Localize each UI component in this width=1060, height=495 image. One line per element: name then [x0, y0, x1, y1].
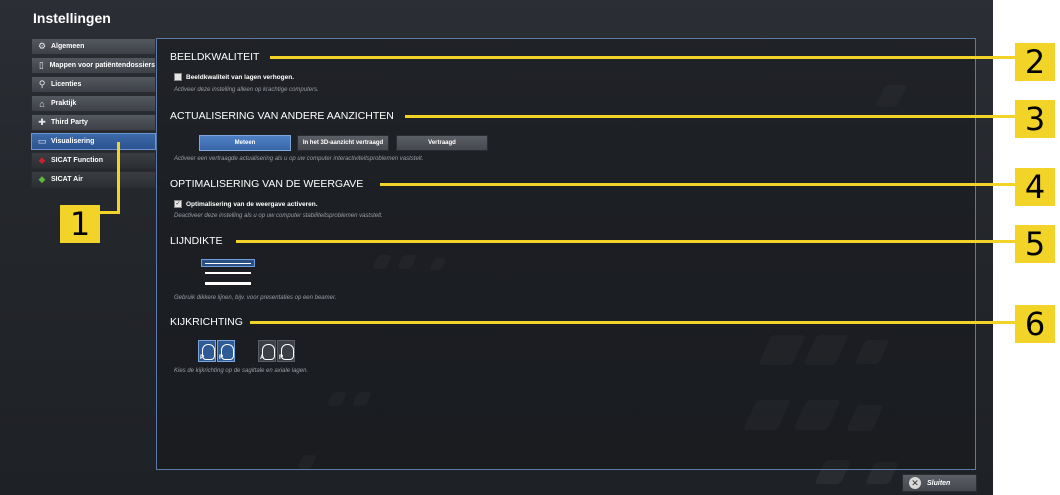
callout-line-5 [236, 240, 1015, 243]
close-button[interactable]: ✕ Sluiten [902, 474, 977, 492]
section-title-display-optimization: OPTIMALISERING VAN DE WEERGAVE [170, 178, 364, 190]
section-title-line-thickness: LIJNDIKTE [170, 235, 223, 247]
callout-number-5: 5 [1015, 225, 1055, 263]
callout-line-6 [250, 321, 1015, 324]
sicat-function-icon: ◆ [38, 155, 46, 165]
update-delayed-3d-button[interactable]: In het 3D-aanzicht vertraagd [297, 135, 389, 151]
update-delayed-button[interactable]: Vertraagd [396, 135, 488, 151]
sagittal-view-p-button[interactable]: P [198, 340, 216, 362]
key-icon: ⚲ [38, 79, 46, 89]
callout-line-1 [117, 142, 120, 214]
callout-number-6: 6 [1015, 305, 1055, 343]
callout-number-3: 3 [1015, 100, 1055, 138]
callout-number-1: 1 [60, 205, 100, 243]
other-views-hint: Activeer een vertraagde actualisering al… [174, 156, 424, 162]
display-optimization-checkbox-label: Optimalisering van de weergave activeren… [186, 200, 318, 208]
monitor-icon: ▭ [37, 136, 47, 146]
sidebar-item-label: SICAT Air [51, 176, 83, 183]
sagittal-view-r-button[interactable]: R [217, 340, 235, 362]
view-letter: P [200, 355, 205, 361]
sidebar-item-algemeen[interactable]: ⚙ Algemeen [31, 38, 156, 55]
callout-number-2: 2 [1015, 43, 1055, 81]
image-quality-hint: Activeer deze instelling alleen op krach… [174, 87, 319, 93]
sidebar-item-sicat-function[interactable]: ◆ SICAT Function [31, 152, 156, 169]
line-thickness-thin-option[interactable] [201, 259, 255, 267]
window-title: Instellingen [33, 10, 111, 26]
view-letter: R [219, 355, 224, 361]
sidebar-item-label: Third Party [51, 119, 88, 126]
viewing-direction-hint: Kies de kijkrichting op de sagittale en … [174, 368, 309, 374]
folder-icon: ▯ [38, 60, 44, 70]
sidebar-item-third-party[interactable]: ✚ Third Party [31, 114, 156, 131]
section-title-viewing-direction: KIJKRICHTING [170, 316, 243, 328]
display-optimization-hint: Deactiveer deze instelling als u op uw c… [174, 213, 383, 219]
callout-number-4: 4 [1015, 168, 1055, 206]
update-immediately-button[interactable]: Meteen [199, 135, 291, 151]
callout-line-4 [380, 183, 1015, 186]
sidebar-item-label: SICAT Function [51, 157, 103, 164]
view-letter: A [260, 355, 265, 361]
axial-view-a-button[interactable]: A [258, 340, 276, 362]
display-optimization-checkbox[interactable]: ✓ [174, 200, 182, 208]
close-button-label: Sluiten [927, 479, 951, 487]
view-letter: R [279, 355, 284, 361]
sicat-air-icon: ◆ [38, 174, 46, 184]
sidebar-item-label: Praktijk [51, 100, 77, 107]
image-quality-checkbox-label: Beeldkwaliteit van lagen verhogen. [186, 73, 295, 81]
gears-icon: ⚙ [37, 41, 47, 51]
image-quality-checkbox[interactable] [174, 73, 182, 81]
callout-line-3 [405, 115, 1015, 118]
sidebar-item-visualisering[interactable]: ▭ Visualisering [31, 133, 156, 150]
settings-sidebar: ⚙ Algemeen ▯ Mappen voor patiëntendossie… [31, 38, 156, 190]
line-thickness-thick-option[interactable] [201, 279, 255, 287]
sidebar-item-label: Licenties [51, 81, 82, 88]
sidebar-item-label: Mappen voor patiëntendossiers [49, 62, 155, 69]
line-thickness-medium-option[interactable] [201, 269, 255, 277]
sidebar-item-label: Algemeen [51, 43, 85, 50]
section-title-image-quality: BEELDKWALITEIT [170, 51, 260, 63]
sidebar-item-mappen[interactable]: ▯ Mappen voor patiëntendossiers [31, 57, 156, 74]
sidebar-item-praktijk[interactable]: ⌂ Praktijk [31, 95, 156, 112]
line-thickness-hint: Gebruik dikkere lijnen, bijv. voor prese… [174, 295, 337, 301]
sidebar-item-sicat-air[interactable]: ◆ SICAT Air [31, 171, 156, 188]
sidebar-item-licenties[interactable]: ⚲ Licenties [31, 76, 156, 93]
close-icon: ✕ [909, 477, 921, 489]
axial-view-r-button[interactable]: R [277, 340, 295, 362]
image-quality-checkbox-row[interactable]: Beeldkwaliteit van lagen verhogen. [174, 73, 294, 81]
callout-line-1 [100, 211, 120, 214]
puzzle-icon: ✚ [38, 117, 46, 127]
display-optimization-checkbox-row[interactable]: ✓ Optimalisering van de weergave activer… [174, 200, 318, 208]
callout-line-2 [270, 56, 1015, 59]
house-icon: ⌂ [39, 98, 45, 109]
settings-panel [156, 38, 976, 470]
sidebar-item-label: Visualisering [51, 138, 95, 145]
section-title-other-views: ACTUALISERING VAN ANDERE AANZICHTEN [170, 110, 394, 122]
